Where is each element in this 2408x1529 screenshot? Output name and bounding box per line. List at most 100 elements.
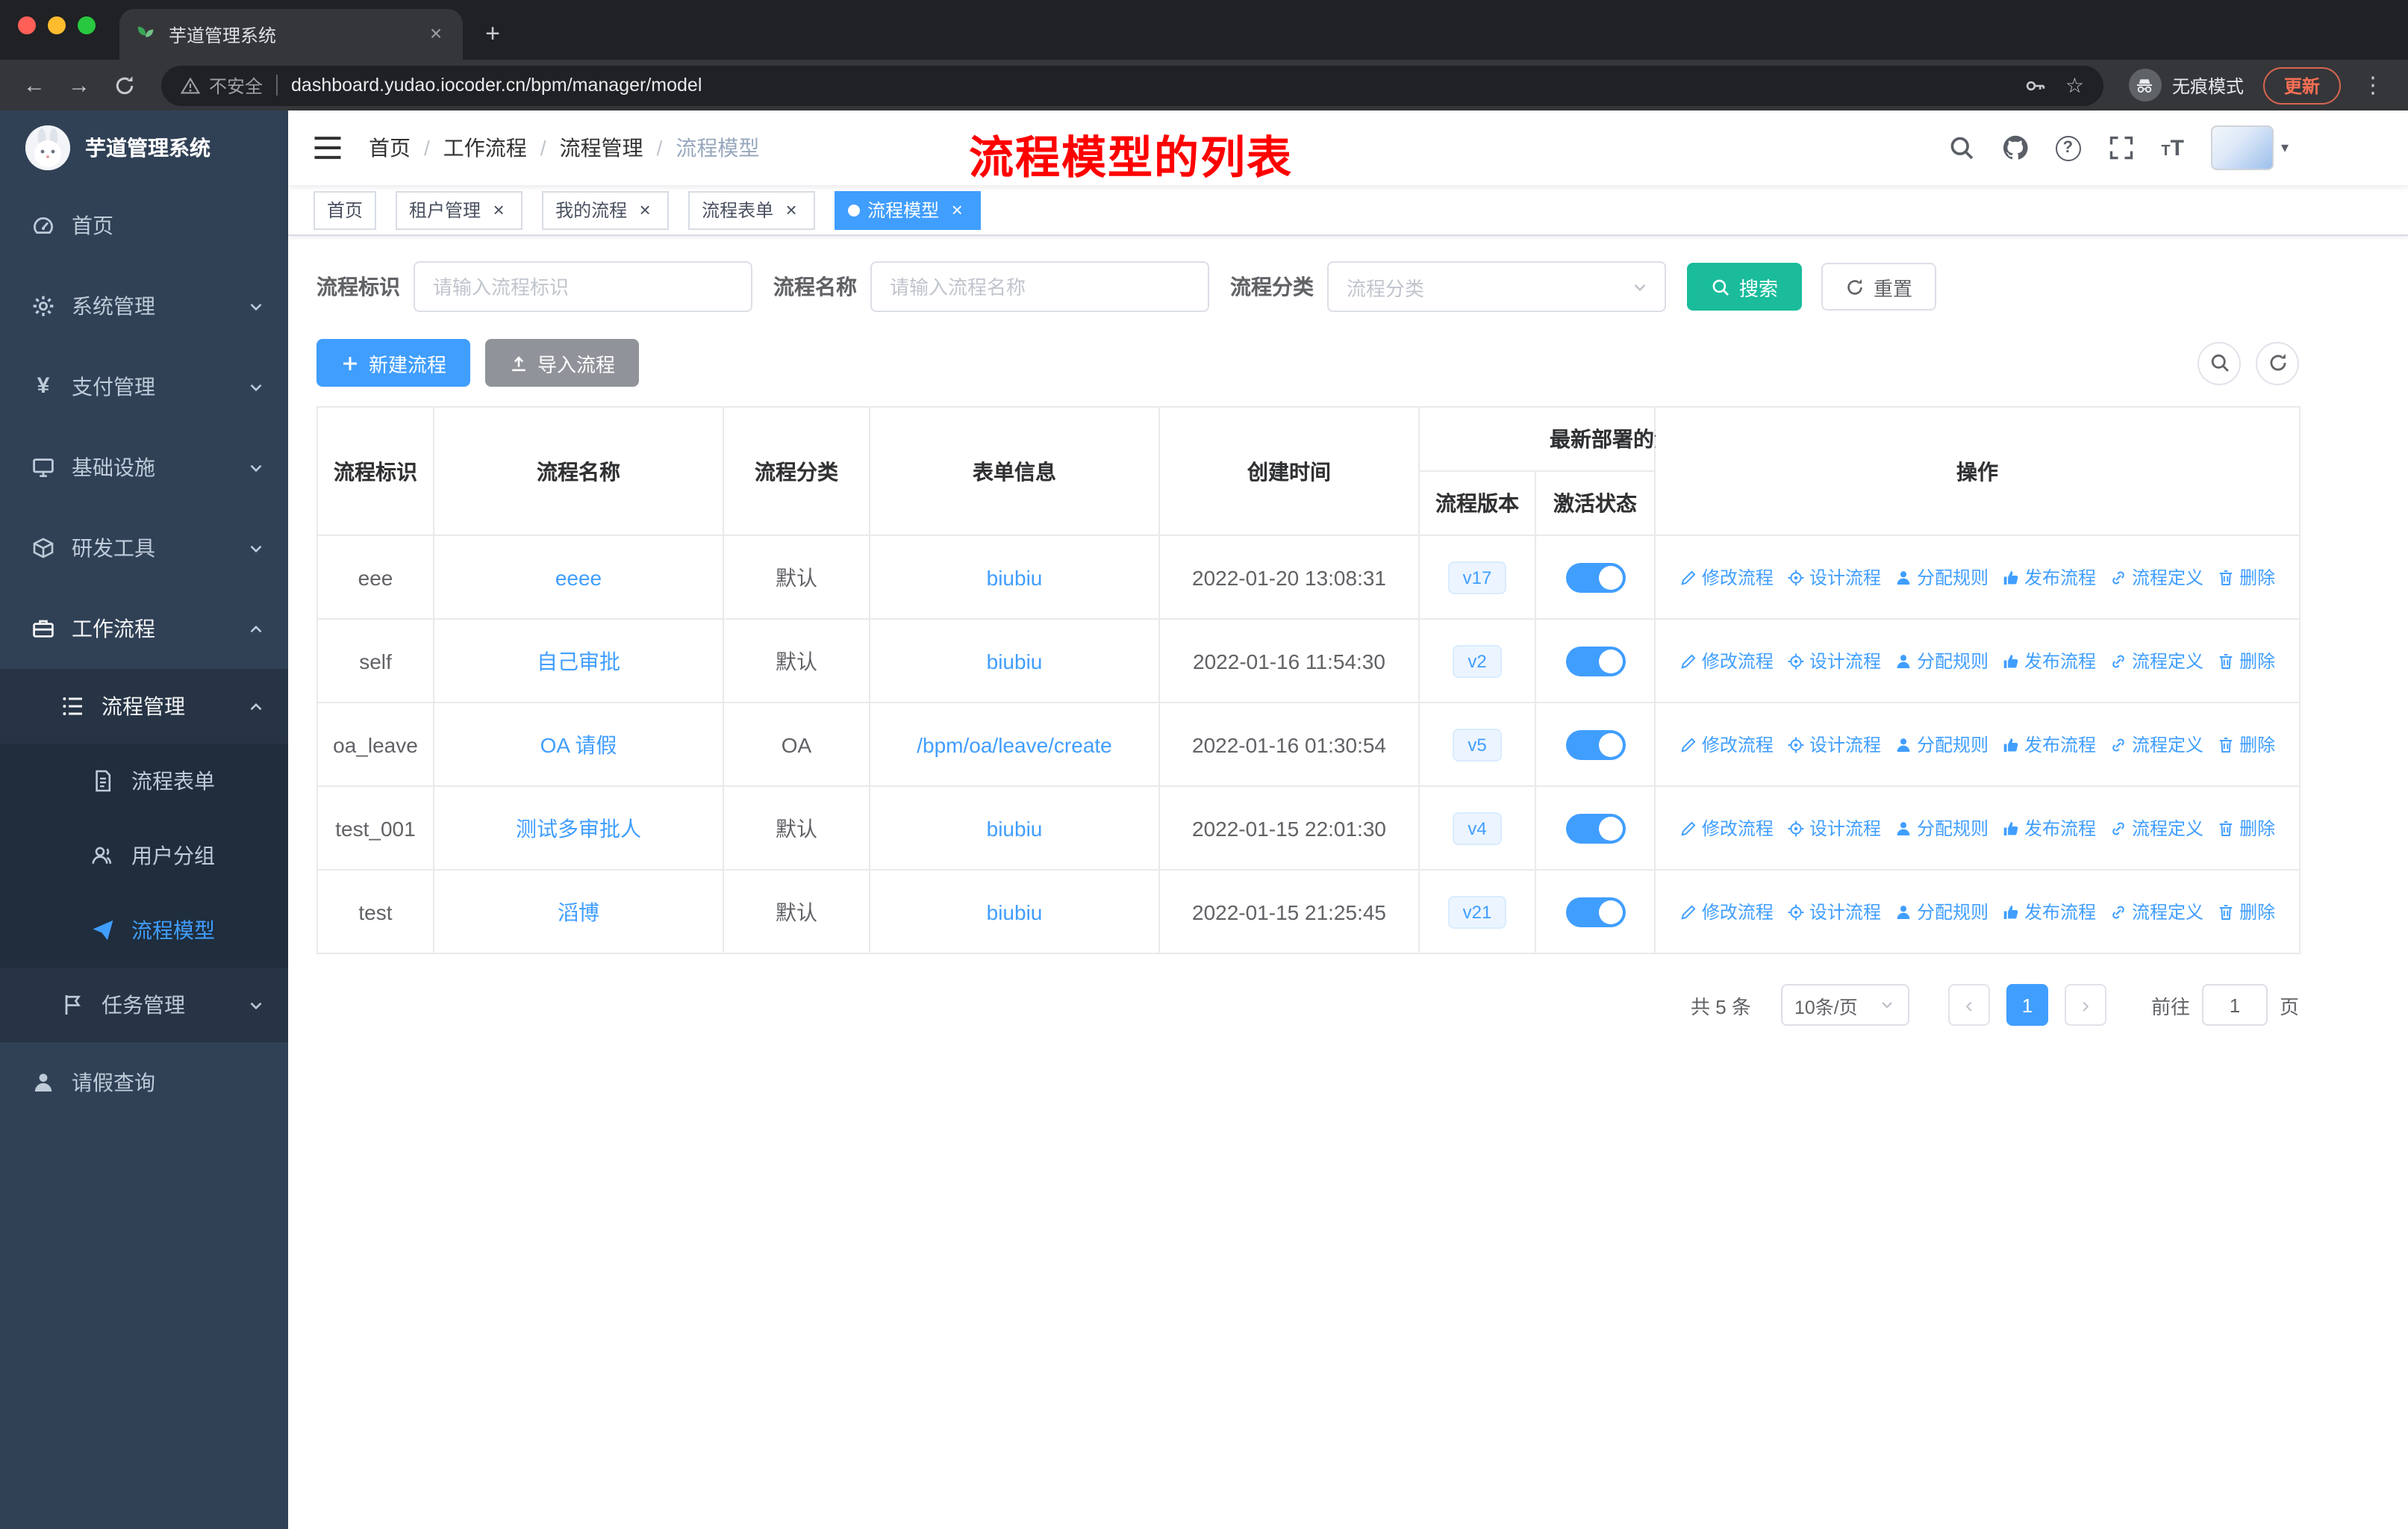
active-toggle[interactable] xyxy=(1565,562,1625,592)
process-definition-link[interactable]: 流程定义 xyxy=(2109,732,2203,757)
publish-process-link[interactable]: 发布流程 xyxy=(2002,648,2096,673)
assign-rule-link[interactable]: 分配规则 xyxy=(1894,899,1989,924)
delete-link[interactable]: 删除 xyxy=(2217,648,2275,673)
minimize-window-button[interactable] xyxy=(48,16,66,34)
close-tab-icon[interactable]: × xyxy=(424,22,448,46)
publish-process-link[interactable]: 发布流程 xyxy=(2002,815,2096,841)
form-info-link[interactable]: biubiu xyxy=(987,565,1043,589)
publish-process-link[interactable]: 发布流程 xyxy=(2002,732,2096,757)
browser-update-button[interactable]: 更新 xyxy=(2262,66,2341,104)
modify-process-link[interactable]: 修改流程 xyxy=(1679,732,1774,757)
close-icon[interactable]: × xyxy=(946,199,967,220)
process-name-link[interactable]: 测试多审批人 xyxy=(516,816,641,840)
breadcrumb-process-management[interactable]: 流程管理 xyxy=(560,133,643,163)
search-icon[interactable] xyxy=(1947,134,1974,161)
modify-process-link[interactable]: 修改流程 xyxy=(1679,815,1774,841)
sidebar-logo[interactable]: 芋道管理系统 xyxy=(0,110,288,185)
process-key-input[interactable] xyxy=(414,261,752,312)
address-bar[interactable]: 不安全 dashboard.yudao.iocoder.cn/bpm/manag… xyxy=(161,65,2103,105)
back-icon[interactable]: ← xyxy=(15,66,54,105)
sidebar-item-workflow[interactable]: 工作流程 xyxy=(0,588,288,669)
process-name-link[interactable]: 自己审批 xyxy=(537,649,620,673)
hamburger-icon[interactable] xyxy=(312,133,343,163)
delete-link[interactable]: 删除 xyxy=(2217,899,2275,924)
form-info-link[interactable]: biubiu xyxy=(987,900,1043,924)
current-page-button[interactable]: 1 xyxy=(2006,984,2048,1026)
sidebar-item-process-management[interactable]: 流程管理 xyxy=(0,669,288,744)
next-page-button[interactable]: › xyxy=(2064,984,2106,1026)
breadcrumb-home[interactable]: 首页 xyxy=(369,133,411,163)
create-process-button[interactable]: 新建流程 xyxy=(316,339,471,387)
new-tab-button[interactable]: + xyxy=(472,13,514,55)
sidebar-item-process-model[interactable]: 流程模型 xyxy=(0,893,288,968)
prev-page-button[interactable]: ‹ xyxy=(1947,984,1990,1026)
process-name-link[interactable]: eeee xyxy=(555,565,602,589)
process-definition-link[interactable]: 流程定义 xyxy=(2109,815,2203,841)
font-size-icon[interactable]: T T xyxy=(2161,135,2184,161)
password-key-icon[interactable] xyxy=(2025,74,2047,96)
active-toggle[interactable] xyxy=(1565,813,1625,843)
process-category-select[interactable]: 流程分类 xyxy=(1327,261,1666,312)
active-toggle[interactable] xyxy=(1565,729,1625,759)
sidebar-item-task-management[interactable]: 任务管理 xyxy=(0,968,288,1042)
toggle-search-button[interactable] xyxy=(2198,341,2241,384)
goto-page-input[interactable] xyxy=(2201,984,2268,1026)
process-definition-link[interactable]: 流程定义 xyxy=(2109,899,2203,924)
process-definition-link[interactable]: 流程定义 xyxy=(2109,564,2203,590)
publish-process-link[interactable]: 发布流程 xyxy=(2002,564,2096,590)
sidebar-item-infrastructure[interactable]: 基础设施 xyxy=(0,427,288,508)
design-process-link[interactable]: 设计流程 xyxy=(1787,815,1881,841)
tag-home[interactable]: 首页 xyxy=(314,190,377,229)
sidebar-item-user-group[interactable]: 用户分组 xyxy=(0,818,288,893)
assign-rule-link[interactable]: 分配规则 xyxy=(1894,732,1989,757)
import-process-button[interactable]: 导入流程 xyxy=(485,339,640,387)
delete-link[interactable]: 删除 xyxy=(2217,732,2275,757)
search-button[interactable]: 搜索 xyxy=(1687,263,1803,311)
modify-process-link[interactable]: 修改流程 xyxy=(1679,648,1774,673)
design-process-link[interactable]: 设计流程 xyxy=(1787,564,1881,590)
sidebar-item-leave-query[interactable]: 请假查询 xyxy=(0,1042,288,1123)
process-definition-link[interactable]: 流程定义 xyxy=(2109,648,2203,673)
close-window-button[interactable] xyxy=(18,16,36,34)
url-text[interactable]: dashboard.yudao.iocoder.cn/bpm/manager/m… xyxy=(291,75,2012,96)
sidebar-item-process-form[interactable]: 流程表单 xyxy=(0,744,288,818)
github-icon[interactable] xyxy=(2001,134,2028,161)
browser-menu-icon[interactable]: ⋮ xyxy=(2353,72,2393,99)
browser-tab[interactable]: 芋道管理系统 × xyxy=(119,9,463,60)
sidebar-item-system[interactable]: 系统管理 xyxy=(0,266,288,346)
sidebar-item-payment[interactable]: ¥ 支付管理 xyxy=(0,346,288,427)
tag-my-process[interactable]: 我的流程 × xyxy=(542,190,670,229)
process-name-link[interactable]: 滔博 xyxy=(558,900,599,924)
active-toggle[interactable] xyxy=(1565,897,1625,927)
fullscreen-icon[interactable] xyxy=(2107,134,2134,161)
delete-link[interactable]: 删除 xyxy=(2217,564,2275,590)
design-process-link[interactable]: 设计流程 xyxy=(1787,899,1881,924)
bookmark-star-icon[interactable]: ☆ xyxy=(2065,75,2084,96)
publish-process-link[interactable]: 发布流程 xyxy=(2002,899,2096,924)
sidebar-item-home[interactable]: 首页 xyxy=(0,185,288,266)
modify-process-link[interactable]: 修改流程 xyxy=(1679,899,1774,924)
tag-process-model[interactable]: 流程模型 × xyxy=(835,190,982,229)
process-name-input[interactable] xyxy=(870,261,1209,312)
close-icon[interactable]: × xyxy=(488,199,509,220)
tag-process-form[interactable]: 流程表单 × xyxy=(688,190,816,229)
tag-tenant-management[interactable]: 租户管理 × xyxy=(396,190,523,229)
active-toggle[interactable] xyxy=(1565,646,1625,676)
help-icon[interactable]: ? xyxy=(2055,135,2081,161)
sidebar-item-devtools[interactable]: 研发工具 xyxy=(0,508,288,588)
close-icon[interactable]: × xyxy=(634,199,655,220)
reset-button[interactable]: 重置 xyxy=(1821,263,1937,311)
delete-link[interactable]: 删除 xyxy=(2217,815,2275,841)
user-avatar[interactable]: ▾ xyxy=(2210,125,2289,170)
zoom-window-button[interactable] xyxy=(78,16,96,34)
assign-rule-link[interactable]: 分配规则 xyxy=(1894,648,1989,673)
close-icon[interactable]: × xyxy=(781,199,802,220)
form-info-link[interactable]: /bpm/oa/leave/create xyxy=(917,732,1112,756)
page-size-select[interactable]: 10条/页 xyxy=(1780,984,1909,1026)
security-indicator[interactable]: 不安全 xyxy=(181,72,263,98)
form-info-link[interactable]: biubiu xyxy=(987,649,1043,673)
modify-process-link[interactable]: 修改流程 xyxy=(1679,564,1774,590)
form-info-link[interactable]: biubiu xyxy=(987,816,1043,840)
refresh-table-button[interactable] xyxy=(2256,341,2299,384)
reload-icon[interactable] xyxy=(105,66,143,105)
